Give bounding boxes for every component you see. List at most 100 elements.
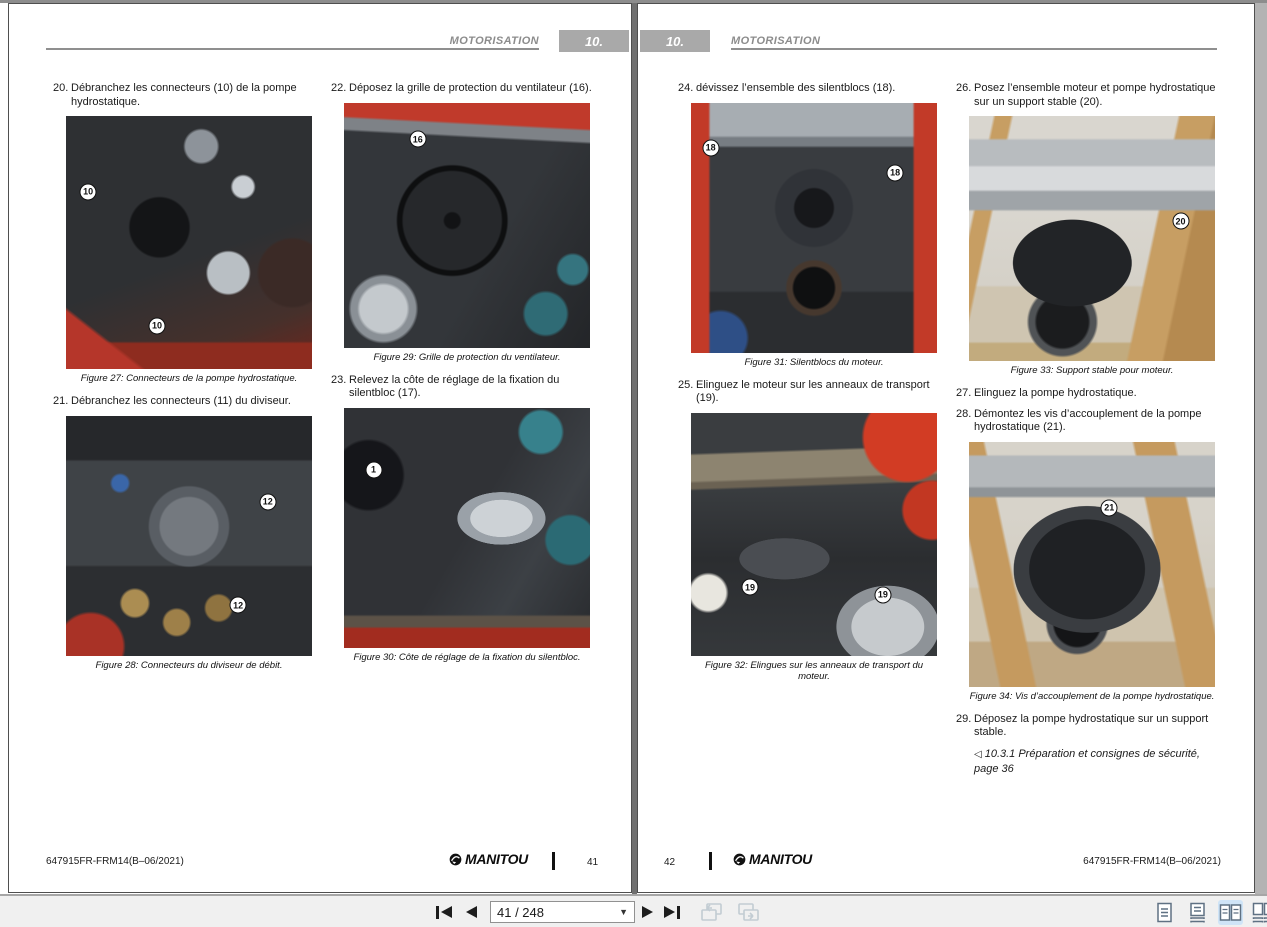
procedure-step: 20. Débranchez les connecteurs (10) de la… xyxy=(53,82,325,109)
callout-12: 12 xyxy=(259,493,277,511)
continuous-view-icon xyxy=(1190,902,1205,923)
step-text: Démontez les vis d’accouplement de la po… xyxy=(974,407,1202,434)
first-page-icon xyxy=(436,905,439,919)
step-text: Posez l’ensemble moteur et pompe hydrost… xyxy=(974,82,1216,108)
procedure-step: 21. Débranchez les connecteurs (11) du di… xyxy=(53,395,325,409)
callout-16: 16 xyxy=(409,130,427,148)
dropdown-caret-icon: ▼ xyxy=(619,907,628,917)
cross-reference-link[interactable]: ◁ 10.3.1 Préparation et consignes de sécu… xyxy=(974,747,1228,776)
fig30-figure: 1 Figure 30: Côte de réglage de la fixati… xyxy=(331,407,603,663)
fig32-figure: 19 19 Figure 32: Elingues sur les anneaux … xyxy=(678,412,950,682)
step-number: 20. xyxy=(53,82,69,94)
step-number: 25. xyxy=(678,378,694,391)
fig33-figure: 20 Figure 33: Support stable pour moteur. xyxy=(956,116,1228,376)
section-title: MOTORISATION xyxy=(449,35,539,47)
pdf-page-41: MOTORISATION 10. 20. Débranchez les conne… xyxy=(8,3,632,893)
step-number: 23. xyxy=(331,373,347,386)
previous-page-button[interactable] xyxy=(466,903,477,921)
procedure-step: 28. Démontez les vis d’accouplement de la… xyxy=(956,408,1228,435)
manitou-logo-text: MANITOU xyxy=(749,851,812,867)
two-page-view-button[interactable] xyxy=(1218,900,1243,925)
fig34-photo: 21 xyxy=(969,441,1215,687)
figure-caption: Figure 34: Vis d’accouplement de la pomp… xyxy=(969,690,1215,702)
procedure-step: 24. dévissez l’ensemble des silentblocs (… xyxy=(678,82,950,96)
step-text: Elinguez la pompe hydrostatique. xyxy=(974,387,1137,399)
cross-reference-text: 10.3.1 Préparation et consignes de sécur… xyxy=(984,747,1200,760)
previous-page-icon xyxy=(466,906,477,918)
callout-18: 18 xyxy=(886,164,904,181)
previous-view-button[interactable] xyxy=(699,903,725,921)
scrollbar-track[interactable] xyxy=(1255,3,1267,894)
document-reference: 647915FR-FRM14(B–06/2021) xyxy=(46,856,184,867)
page-number: 41 xyxy=(587,857,599,868)
viewer-toolbar: 41 / 248 ▼ xyxy=(0,894,1267,927)
two-page-continuous-view-button[interactable] xyxy=(1251,900,1267,925)
callout-10: 10 xyxy=(148,317,166,335)
procedure-step: 23. Relevez la côte de réglage de la fixa… xyxy=(331,374,603,401)
procedure-step: 25. Elinguez le moteur sur les anneaux de… xyxy=(678,379,950,406)
two-page-view-icon xyxy=(1219,904,1242,921)
fig28-photo: 12 12 xyxy=(66,415,312,656)
fig33-photo: 20 xyxy=(969,116,1215,361)
figure-caption: Figure 32: Elingues sur les anneaux de t… xyxy=(704,659,924,682)
fig27-photo: 10 10 xyxy=(66,116,312,369)
fig30-photo: 1 xyxy=(344,407,590,648)
fig32-photo: 19 19 xyxy=(691,412,937,656)
fig29-figure: 16 Figure 29: Grille de protection du ven… xyxy=(331,102,603,363)
callout-10: 10 xyxy=(79,183,97,201)
goto-link-icon: ◁ xyxy=(974,748,982,760)
step-number: 26. xyxy=(956,82,972,94)
manitou-emblem-icon xyxy=(449,853,462,865)
previous-view-icon xyxy=(701,903,722,921)
manitou-logo: MANITOU xyxy=(449,851,528,867)
chapter-tab: 10. xyxy=(640,30,710,52)
footer-separator xyxy=(709,852,712,870)
next-view-icon xyxy=(738,903,759,921)
page-indicator: 41 / 248 xyxy=(497,904,544,920)
manitou-logo-text: MANITOU xyxy=(465,851,528,867)
document-reference: 647915FR-FRM14(B–06/2021) xyxy=(1083,856,1221,867)
callout-21: 21 xyxy=(1100,499,1118,517)
page42-left-column: 24. dévissez l’ensemble des silentblocs (… xyxy=(678,82,950,693)
next-page-icon xyxy=(642,906,653,918)
figure-caption: Figure 33: Support stable pour moteur. xyxy=(1010,365,1174,376)
fig28-figure: 12 12 Figure 28: Connecteurs du diviseur d… xyxy=(53,415,325,671)
footer-separator xyxy=(552,852,555,870)
section-title: MOTORISATION xyxy=(731,35,821,47)
callout-12: 12 xyxy=(229,596,247,614)
single-page-view-button[interactable] xyxy=(1152,900,1177,925)
page41-left-column: 20. Débranchez les connecteurs (10) de la… xyxy=(53,82,325,682)
last-page-button[interactable] xyxy=(664,903,680,921)
callout-1: 1 xyxy=(365,461,383,479)
pdf-viewer-window: { "ui": { "icons": { "goto_link": "◁", "… xyxy=(0,0,1267,927)
step-number: 22. xyxy=(331,82,347,94)
figure-caption: Figure 28: Connecteurs du diviseur de dé… xyxy=(95,659,283,671)
step-number: 28. xyxy=(956,407,972,420)
pdf-page-42: 10. MOTORISATION 24. dévissez l’ensemble … xyxy=(637,3,1255,893)
callout-19: 19 xyxy=(741,578,759,596)
manitou-logo: MANITOU xyxy=(733,851,812,867)
procedure-step: 22. Déposez la grille de protection du ve… xyxy=(331,82,603,96)
callout-19: 19 xyxy=(874,586,892,604)
procedure-step: 29. Déposez la pompe hydrostatique sur un… xyxy=(956,713,1228,740)
header-rule xyxy=(46,48,539,50)
page-number-combobox[interactable]: 41 / 248 ▼ xyxy=(490,901,635,923)
procedure-step: 26. Posez l’ensemble moteur et pompe hydr… xyxy=(956,82,1228,109)
next-page-button[interactable] xyxy=(642,903,653,921)
fig31-photo: 18 18 xyxy=(691,102,937,353)
figure-caption: Figure 27: Connecteurs de la pompe hydro… xyxy=(80,373,298,384)
header-rule xyxy=(731,48,1217,50)
continuous-view-button[interactable] xyxy=(1185,900,1210,925)
next-view-button[interactable] xyxy=(735,903,761,921)
step-number: 27. xyxy=(956,387,972,399)
step-number: 29. xyxy=(956,712,972,725)
step-text: Débranchez les connecteurs (10) de la po… xyxy=(71,82,297,108)
figure-caption: Figure 30: Côte de réglage de la fixatio… xyxy=(353,651,581,663)
first-page-button[interactable] xyxy=(436,903,452,921)
two-page-continuous-icon xyxy=(1252,902,1267,923)
single-page-icon xyxy=(1157,902,1172,923)
page-layout-switcher xyxy=(1152,900,1267,925)
page-number: 42 xyxy=(664,857,676,868)
callout-20: 20 xyxy=(1172,212,1190,230)
cross-reference-page: page 36 xyxy=(974,762,1014,775)
